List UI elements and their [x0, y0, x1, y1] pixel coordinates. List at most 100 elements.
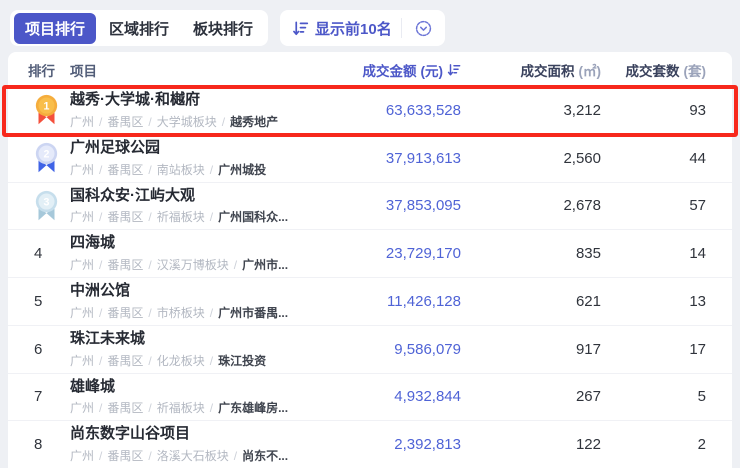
location-block: 大学城板块: [156, 114, 217, 129]
project-cell: 四海城 广州 / 番禺区 / 汉溪万博板块 / 广州市...: [70, 234, 301, 273]
project-cell: 雄峰城 广州 / 番禺区 / 祈福板块 / 广东雄峰房...: [70, 378, 301, 417]
tab-region-ranking[interactable]: 区域排行: [98, 13, 180, 44]
table-row[interactable]: 8 尚东数字山谷项目 广州 / 番禺区 / 洛溪大石板块 / 尚东不... 2,392,81…: [8, 420, 732, 468]
project-location: 广州 / 番禺区 / 祈福板块 / 广东雄峰房...: [70, 399, 301, 416]
location-district: 番禺区: [107, 162, 144, 177]
location-separator: /: [148, 162, 152, 177]
location-district: 番禺区: [107, 258, 144, 272]
amount-value[interactable]: 37,853,095: [301, 197, 461, 214]
developer-name: 广州国科众...: [218, 210, 289, 225]
rank-number: 5: [34, 292, 43, 310]
location-city: 广州: [70, 305, 95, 320]
rank-number: 1: [44, 101, 50, 113]
area-value: 917: [575, 340, 601, 358]
rank-cell: 4: [28, 245, 70, 262]
table-row[interactable]: 2 广州足球公园 广州 / 番禺区 / 南站板块 / 广州城投 37,913,613 2,5…: [8, 133, 732, 182]
ranking-tabs: 项目排行 区域排行 板块排行: [10, 10, 269, 46]
area-value: 3,212: [563, 101, 601, 119]
project-name: 珠江未来城: [70, 329, 146, 347]
rank-number: 8: [34, 436, 43, 454]
location-district: 番禺区: [107, 114, 144, 129]
top-n-filter-label[interactable]: 显示前10名: [315, 18, 392, 39]
location-block: 市桥板块: [156, 305, 205, 320]
amount-value[interactable]: 11,426,128: [301, 293, 461, 310]
header-count[interactable]: 成交套数 (套): [601, 60, 707, 80]
area-value: 835: [575, 245, 601, 263]
amount-value[interactable]: 2,392,813: [301, 436, 461, 453]
tab-project-ranking[interactable]: 项目排行: [14, 12, 97, 44]
count-value: 14: [689, 245, 706, 263]
location-separator: /: [209, 162, 214, 177]
project-location: 广州 / 番禺区 / 祈福板块 / 广州国科众...: [70, 208, 301, 225]
project-location: 广州 / 番禺区 / 大学城板块 / 越秀地产: [70, 113, 301, 130]
location-city: 广州: [70, 258, 95, 272]
area-value: 122: [575, 436, 601, 454]
amount-value[interactable]: 23,729,170: [301, 245, 461, 262]
count-value: 13: [689, 292, 706, 310]
project-cell: 国科众安·江屿大观 广州 / 番禺区 / 祈福板块 / 广州国科众...: [70, 187, 301, 226]
project-name: 中洲公馆: [70, 282, 131, 299]
location-separator: /: [148, 449, 152, 463]
location-city: 广州: [70, 162, 95, 177]
location-separator: /: [233, 258, 238, 272]
project-cell: 广州足球公园 广州 / 番禺区 / 南站板块 / 广州城投: [70, 139, 301, 178]
count-value: 5: [697, 388, 706, 406]
amount-value[interactable]: 37,913,613: [301, 150, 461, 167]
circle-chevron-down-icon[interactable]: [411, 15, 437, 41]
table-row[interactable]: 7 雄峰城 广州 / 番禺区 / 祈福板块 / 广东雄峰房... 4,932,844 267…: [8, 372, 732, 421]
project-location: 广州 / 番禺区 / 洛溪大石板块 / 尚东不...: [70, 447, 301, 464]
table-row[interactable]: 3 国科众安·江屿大观 广州 / 番禺区 / 祈福板块 / 广州国科众... 37,853,…: [8, 181, 732, 230]
developer-name: 越秀地产: [230, 114, 279, 129]
rank-cell: 6: [28, 341, 70, 358]
project-cell: 越秀·大学城·和樾府 广州 / 番禺区 / 大学城板块 / 越秀地产: [70, 91, 301, 130]
amount-value[interactable]: 9,586,079: [301, 341, 461, 358]
location-separator: /: [99, 401, 103, 416]
tab-block-ranking[interactable]: 板块排行: [182, 13, 264, 44]
location-separator: /: [99, 353, 103, 368]
location-block: 化龙板块: [156, 353, 205, 368]
amount-value[interactable]: 4,932,844: [301, 388, 461, 405]
rank-cell: 1: [28, 94, 70, 126]
table-row[interactable]: 4 四海城 广州 / 番禺区 / 汉溪万博板块 / 广州市... 23,729,170 83…: [8, 229, 732, 277]
table-row[interactable]: 6 珠江未来城 广州 / 番禺区 / 化龙板块 / 珠江投资 9,586,079 917 1…: [8, 324, 732, 373]
location-block: 汉溪万博板块: [156, 258, 229, 272]
rank-cell: 8: [28, 436, 70, 453]
location-block: 祈福板块: [156, 401, 205, 416]
gold-medal-icon: 1: [35, 95, 58, 125]
toolbar-divider: [400, 18, 402, 38]
rank-number: 7: [34, 388, 43, 406]
location-city: 广州: [70, 401, 95, 416]
header-amount-unit: (元): [420, 64, 444, 79]
bronze-medal-icon: 3: [35, 190, 58, 221]
count-value: 2: [697, 436, 706, 454]
location-city: 广州: [70, 114, 95, 129]
rank-cell: 3: [28, 190, 70, 222]
amount-sort-icon[interactable]: [447, 63, 461, 77]
location-separator: /: [148, 353, 152, 368]
location-city: 广州: [70, 210, 95, 225]
project-name: 尚东数字山谷项目: [70, 425, 191, 443]
location-block: 洛溪大石板块: [156, 449, 229, 463]
project-location: 广州 / 番禺区 / 市桥板块 / 广州市番禺...: [70, 304, 301, 321]
project-location: 广州 / 番禺区 / 南站板块 / 广州城投: [70, 161, 301, 178]
location-separator: /: [99, 162, 103, 177]
table-row[interactable]: 1 越秀·大学城·和樾府 广州 / 番禺区 / 大学城板块 / 越秀地产 63,633,52…: [2, 85, 738, 137]
amount-value[interactable]: 63,633,528: [301, 102, 461, 119]
project-name: 越秀·大学城·和樾府: [70, 91, 200, 108]
silver-medal-icon: 2: [35, 143, 58, 173]
location-separator: /: [148, 210, 152, 225]
header-rank: 排行: [28, 64, 55, 79]
location-separator: /: [221, 114, 226, 129]
header-area-label: 成交面积: [520, 64, 575, 79]
header-count-label: 成交套数: [625, 64, 680, 79]
location-district: 番禺区: [107, 210, 144, 225]
header-area[interactable]: 成交面积 (㎡): [461, 60, 602, 80]
location-separator: /: [209, 210, 214, 225]
location-block: 祈福板块: [156, 210, 205, 225]
location-separator: /: [99, 114, 103, 129]
project-cell: 尚东数字山谷项目 广州 / 番禺区 / 洛溪大石板块 / 尚东不...: [70, 425, 301, 464]
area-value: 621: [575, 292, 601, 310]
table-row[interactable]: 5 中洲公馆 广州 / 番禺区 / 市桥板块 / 广州市番禺... 11,426,128 6…: [8, 277, 732, 325]
location-separator: /: [209, 305, 214, 320]
header-amount[interactable]: 成交金额 (元): [301, 60, 461, 80]
